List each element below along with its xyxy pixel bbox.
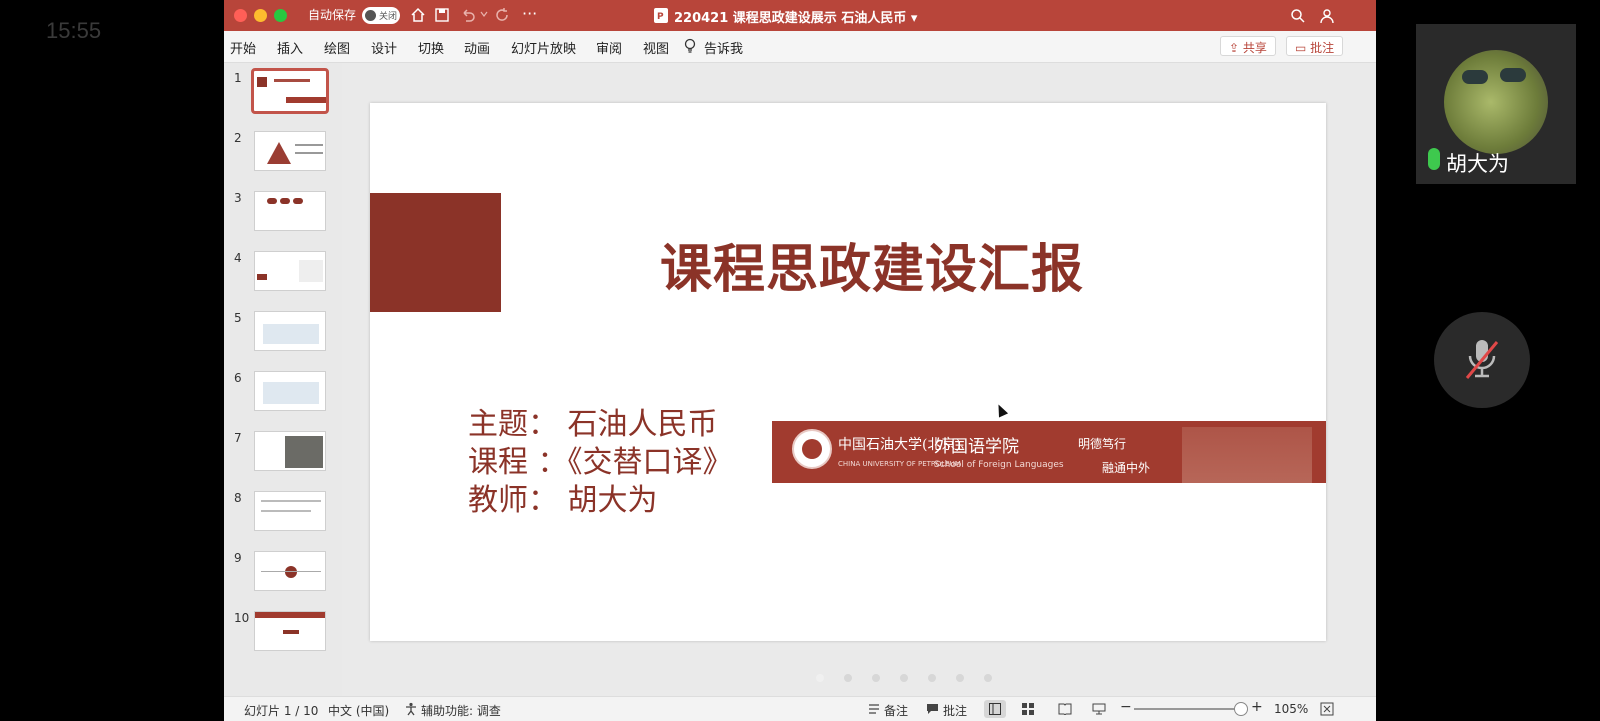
mute-button[interactable] [1434,312,1530,408]
zoom-slider-track[interactable] [1134,708,1244,710]
slide-title[interactable]: 课程思政建设汇报 [660,227,1084,302]
title-bar: 自动保存 关闭 ··· P 220421 课程思政建设展示 石油人民币 ▾ [224,0,1376,31]
tab-review[interactable]: 审阅 [596,38,622,57]
tab-transitions[interactable]: 切换 [418,38,444,57]
close-window-button[interactable] [234,9,247,22]
teacher-line[interactable]: 教师： 胡大为 [468,475,658,519]
ribbon-tabs: 开始 插入 绘图 设计 切换 动画 幻灯片放映 审阅 视图 告诉我 ⇪ 共享 ▭… [224,31,1376,63]
slide-number: 1 [234,71,242,85]
zoom-slider-handle[interactable] [1234,702,1248,716]
tab-design[interactable]: 设计 [371,38,397,57]
zoom-level[interactable]: 105% [1274,702,1308,716]
zoom-in-button[interactable]: + [1251,699,1263,715]
undo-dropdown-icon[interactable] [480,10,488,18]
banner-motto-1: 明德笃行 [1078,437,1127,451]
slide-thumbnail-5[interactable] [254,311,326,351]
tab-home[interactable]: 开始 [230,38,256,57]
minimize-window-button[interactable] [254,9,267,22]
slide-number: 4 [234,251,242,265]
tab-slideshow[interactable]: 幻灯片放映 [511,38,576,57]
slide-number: 9 [234,551,242,565]
participant-name: 胡大为 [1446,152,1509,176]
comment-icon [927,704,938,714]
save-icon[interactable] [434,7,450,23]
slide-sorter-icon[interactable] [1022,703,1034,715]
microphone-active-icon [1428,148,1440,170]
participant-video-tile[interactable]: 胡大为 [1416,24,1576,184]
slide-thumbnail-7[interactable] [254,431,326,471]
university-banner-image[interactable]: 中国石油大学(北京) CHINA UNIVERSITY OF PETROLEUM… [772,421,1326,483]
slide-thumbnail-10[interactable] [254,611,326,651]
undo-icon[interactable] [460,7,476,23]
mouse-cursor-icon [993,402,1009,418]
banner-college-cn: 外国语学院 [934,437,1019,457]
powerpoint-file-icon: P [654,8,668,23]
accessibility-icon [406,702,416,716]
comments-status-button[interactable]: 批注 [943,702,967,719]
tab-animations[interactable]: 动画 [464,38,490,57]
svg-text:P: P [657,12,664,22]
slide-thumbnail-2[interactable] [254,131,326,171]
zoom-out-button[interactable]: − [1120,699,1132,715]
slide-thumbnail-8[interactable] [254,491,326,531]
slide-thumbnail-3[interactable] [254,191,326,231]
slide-counter: 幻灯片 1 / 10 [244,704,319,718]
slideshow-icon[interactable] [1092,703,1106,715]
slide-number: 5 [234,311,242,325]
banner-college-en: School of Foreign Languages [934,460,1064,470]
participant-avatar [1444,50,1548,154]
zoom-window-button[interactable] [274,9,287,22]
slide-number: 3 [234,191,242,205]
banner-motto-2: 融通中外 [1102,461,1151,475]
comments-button[interactable]: ▭ 批注 [1286,36,1344,56]
tab-insert[interactable]: 插入 [277,38,303,57]
slide-thumbnail-6[interactable] [254,371,326,411]
current-slide[interactable]: 课程思政建设汇报 主题： 石油人民币 课程 ：《交替口译》 教师： 胡大为 中国… [370,103,1326,641]
slide-thumbnail-4[interactable] [254,251,326,291]
slide-number: 6 [234,371,242,385]
normal-view-icon [989,703,1001,715]
language-indicator[interactable]: 中文 (中国) [328,702,389,719]
lightbulb-icon [684,38,696,53]
notes-button[interactable]: 备注 [884,702,908,719]
more-icon[interactable]: ··· [522,4,537,23]
tab-draw[interactable]: 绘图 [324,38,350,57]
account-icon[interactable] [1320,8,1338,24]
slide-number: 7 [234,431,242,445]
title-accent-block [370,193,501,312]
microphone-muted-icon [1465,340,1499,379]
tell-me-search[interactable]: 告诉我 [704,38,743,57]
slide-editor-canvas[interactable]: 课程思政建设汇报 主题： 石油人民币 课程 ：《交替口译》 教师： 胡大为 中国… [342,63,1376,696]
slide-number: 8 [234,491,242,505]
slide-thumbnails-panel[interactable]: 1 2 3 4 5 6 7 8 9 10 [224,63,343,696]
autosave-label: 自动保存 [308,8,357,22]
redo-icon[interactable] [494,7,510,23]
status-bar: 幻灯片 1 / 10 中文 (中国) 辅助功能: 调查 备注 批注 − + 10… [224,696,1376,721]
phone-clock: 15:55 [46,18,102,43]
normal-view-button[interactable] [984,700,1006,718]
powerpoint-window: 自动保存 关闭 ··· P 220421 课程思政建设展示 石油人民币 ▾ 开始… [224,0,1376,721]
notes-icon [869,704,879,714]
fit-slide-icon[interactable] [1320,702,1334,716]
share-button[interactable]: ⇪ 共享 [1220,36,1276,56]
slide-thumbnail-1[interactable] [251,68,329,114]
banner-building-image [1182,427,1312,483]
page-indicator-dots [816,667,1012,686]
slide-number: 2 [234,131,242,145]
home-icon[interactable] [410,7,426,23]
reading-view-icon[interactable] [1058,703,1072,715]
accessibility-status[interactable]: 辅助功能: 调查 [421,702,501,719]
autosave-toggle[interactable]: 关闭 [362,7,400,24]
slide-thumbnail-9[interactable] [254,551,326,591]
slide-number: 10 [234,611,250,625]
tab-view[interactable]: 视图 [643,38,669,57]
document-title[interactable]: 220421 课程思政建设展示 石油人民币 ▾ [674,7,917,26]
university-logo [792,429,832,469]
search-icon[interactable] [1290,8,1306,24]
